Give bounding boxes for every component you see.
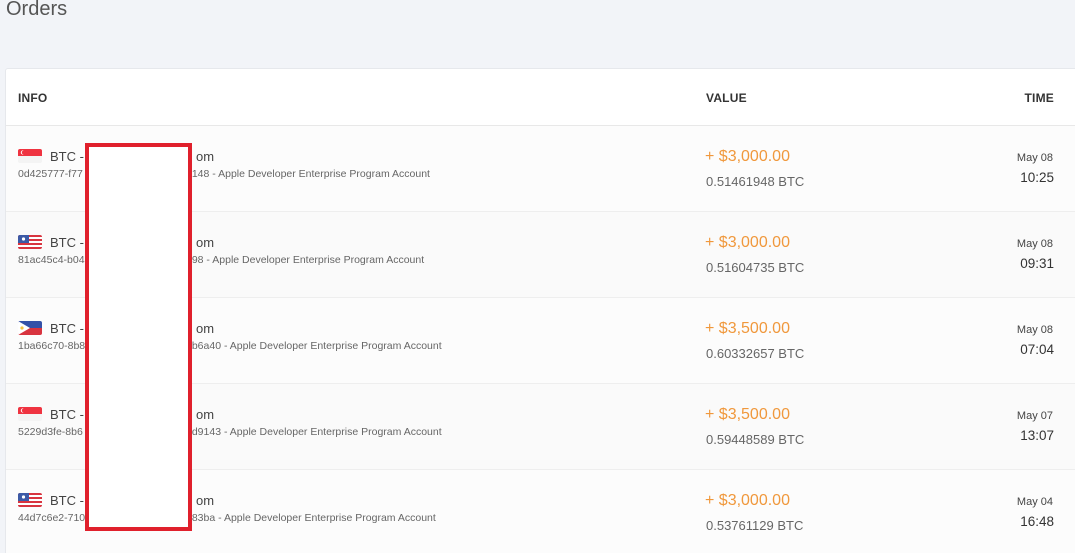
order-title-suffix: om	[196, 407, 215, 422]
order-fiat-value: + $3,000.00	[705, 148, 790, 165]
order-btc-value: 0.51461948 BTC	[706, 174, 805, 189]
order-product: 5d9143 - Apple Developer Enterprise Prog…	[186, 426, 442, 438]
column-header-info[interactable]: INFO	[18, 91, 47, 105]
order-date: May 08	[1016, 152, 1053, 164]
order-title: BTC - om	[50, 407, 214, 422]
order-fiat-value: + $3,000.00	[705, 492, 790, 509]
order-description: 0d425777-f77 d148 - Apple Developer Ente…	[18, 168, 430, 180]
order-title-prefix: BTC -	[50, 493, 84, 508]
order-date: May 04	[1016, 496, 1053, 508]
order-title-prefix: BTC -	[50, 149, 84, 164]
column-header-time[interactable]: TIME	[1025, 91, 1054, 105]
order-time: 16:48	[1020, 514, 1054, 529]
order-btc-value: 0.59448589 BTC	[706, 432, 805, 447]
order-date: May 08	[1016, 324, 1053, 336]
order-title-suffix: om	[196, 149, 215, 164]
order-fiat-value: + $3,500.00	[705, 406, 790, 423]
order-time: 09:31	[1020, 256, 1054, 271]
order-title: BTC - om	[50, 493, 214, 508]
order-title-prefix: BTC -	[50, 407, 84, 422]
singapore-flag-icon	[18, 407, 42, 421]
order-description: 5229d3fe-8b6 5d9143 - Apple Developer En…	[18, 426, 442, 438]
orders-page: Orders INFO VALUE TIME BTC - om 0d425777…	[0, 0, 1075, 553]
order-title-suffix: om	[196, 321, 215, 336]
order-title: BTC - om	[50, 235, 214, 250]
order-description: 81ac45c4-b04 498 - Apple Developer Enter…	[18, 254, 424, 266]
order-id-prefix: 1ba66c70-8b8	[18, 340, 86, 352]
redaction-box	[85, 143, 192, 531]
order-product: d148 - Apple Developer Enterprise Progra…	[186, 168, 430, 180]
order-time: 13:07	[1020, 428, 1054, 443]
order-description: 44d7c6e2-710 683ba - Apple Developer Ent…	[18, 512, 436, 524]
page-title: Orders	[6, 0, 68, 20]
order-btc-value: 0.60332657 BTC	[706, 346, 805, 361]
order-btc-value: 0.51604735 BTC	[706, 260, 805, 275]
usa-flag-icon	[18, 235, 42, 249]
order-id-prefix: 0d425777-f77	[18, 168, 83, 180]
order-id-prefix: 5229d3fe-8b6	[18, 426, 83, 438]
order-title: BTC - om	[50, 149, 214, 164]
order-product: 498 - Apple Developer Enterprise Program…	[186, 254, 425, 266]
order-description: 1ba66c70-8b8 4b6a40 - Apple Developer En…	[18, 340, 442, 352]
order-fiat-value: + $3,000.00	[705, 234, 790, 251]
order-title-suffix: om	[196, 235, 215, 250]
philippines-flag-icon	[18, 321, 42, 335]
order-time: 10:25	[1020, 170, 1054, 185]
order-title-prefix: BTC -	[50, 321, 84, 336]
order-title-suffix: om	[196, 493, 215, 508]
order-fiat-value: + $3,500.00	[705, 320, 790, 337]
usa-flag-icon	[18, 493, 42, 507]
order-title: BTC - om	[50, 321, 214, 336]
order-date: May 07	[1016, 410, 1053, 422]
order-date: May 08	[1016, 238, 1053, 250]
order-btc-value: 0.53761129 BTC	[706, 518, 804, 533]
singapore-flag-icon	[18, 149, 42, 163]
order-product: 683ba - Apple Developer Enterprise Progr…	[186, 512, 436, 524]
order-id-prefix: 81ac45c4-b04	[18, 254, 85, 266]
column-header-value[interactable]: VALUE	[706, 91, 747, 105]
order-product: 4b6a40 - Apple Developer Enterprise Prog…	[186, 340, 442, 352]
order-id-prefix: 44d7c6e2-710	[18, 512, 86, 524]
table-header: INFO VALUE TIME	[6, 69, 1075, 126]
order-title-prefix: BTC -	[50, 235, 84, 250]
order-time: 07:04	[1020, 342, 1054, 357]
